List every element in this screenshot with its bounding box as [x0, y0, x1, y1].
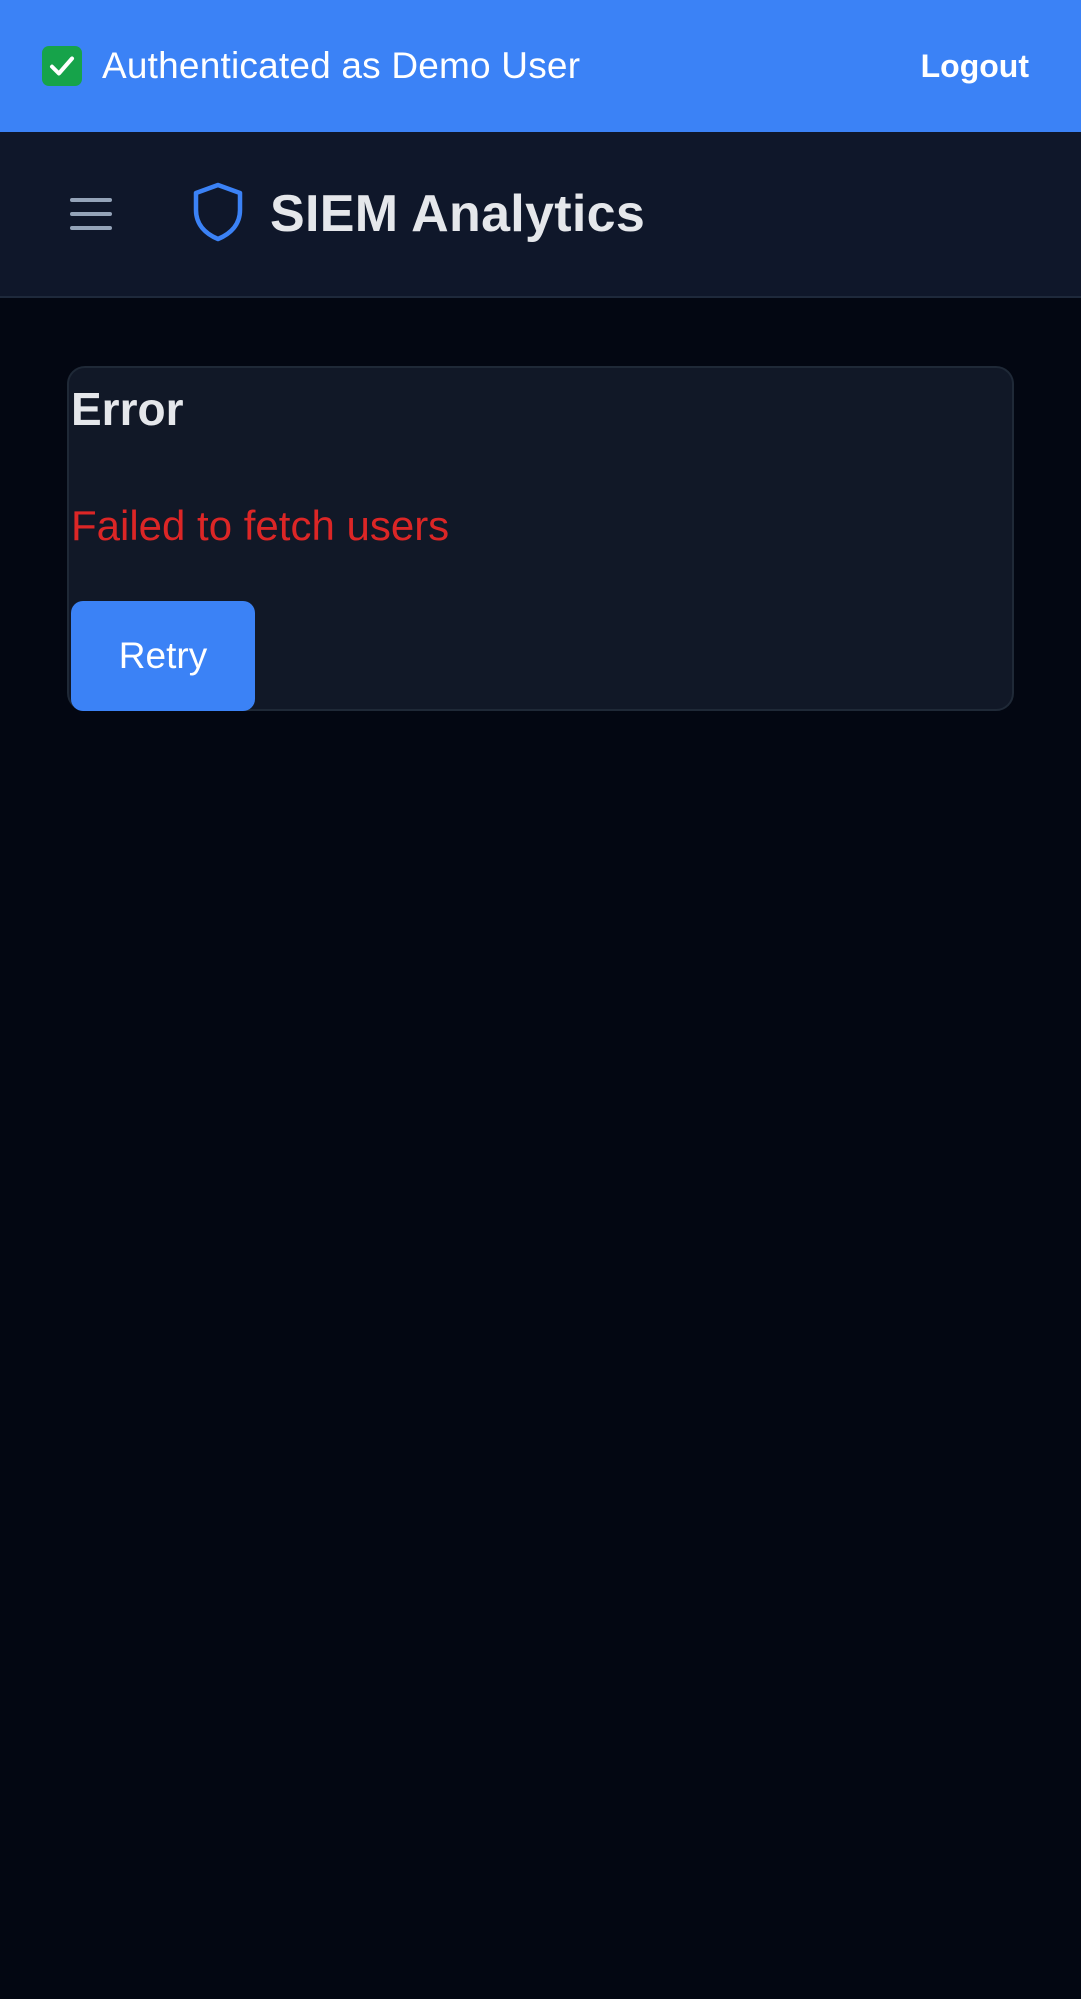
auth-status-bar: Authenticated as Demo User Logout [0, 0, 1081, 132]
logout-button[interactable]: Logout [921, 38, 1029, 95]
retry-button[interactable]: Retry [71, 601, 255, 711]
error-card: Error Failed to fetch users Retry [67, 366, 1014, 711]
error-message: Failed to fetch users [71, 502, 450, 549]
app-title: SIEM Analytics [270, 185, 646, 243]
error-title: Error [71, 383, 184, 435]
auth-status: Authenticated as Demo User [42, 45, 580, 87]
auth-status-text: Authenticated as Demo User [102, 45, 581, 86]
hamburger-menu-icon[interactable] [70, 194, 116, 234]
shield-icon [192, 182, 244, 247]
brand: SIEM Analytics [192, 182, 645, 247]
check-icon [42, 46, 82, 86]
app-header: SIEM Analytics [0, 132, 1081, 298]
